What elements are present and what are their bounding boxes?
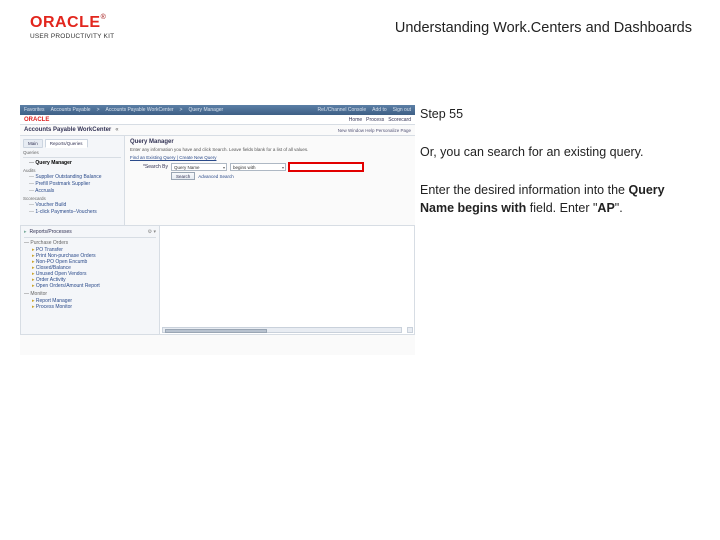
sidebar-link[interactable]: Supplier Outstanding Balance <box>29 174 121 180</box>
logo-text: ORACLE <box>30 14 101 31</box>
sidebar-link[interactable]: Accruals <box>29 188 121 194</box>
instruction-line-2: Enter the desired information into the Q… <box>420 181 700 217</box>
tab-main[interactable]: Main <box>23 139 43 148</box>
lower-block: ▸Reports/Processes⚙ ▾ — Purchase Orders … <box>20 225 415 335</box>
nav-item[interactable]: Favorites <box>24 107 45 113</box>
entry-value: AP <box>597 201 614 215</box>
report-link[interactable]: Process Monitor <box>36 304 72 310</box>
step-label: Step 55 <box>420 105 700 123</box>
section-queries: Queries <box>23 150 121 155</box>
folder-icon: ▸ <box>32 304 35 310</box>
section-scorecards: Scorecards <box>23 196 121 201</box>
workcenter-titlebar: Accounts Payable WorkCenter « New Window… <box>20 125 415 136</box>
content-desc: Enter any information you have and click… <box>130 147 410 152</box>
nav-item[interactable]: Accounts Payable WorkCenter <box>106 107 174 113</box>
wc-actions[interactable]: New Window Help Personalize Page <box>338 128 411 133</box>
select-condition[interactable]: begins with <box>230 163 286 171</box>
query-name-input[interactable] <box>289 163 363 171</box>
sidebar-link-query-manager[interactable]: Query Manager <box>29 160 121 166</box>
logo-subtitle: USER PRODUCTIVITY KIT <box>30 33 114 40</box>
section-audits: Audits <box>23 168 121 173</box>
content-subnav[interactable]: Find an Existing Query | Create New Quer… <box>130 155 410 160</box>
nav-item[interactable]: Rel./Channel Console <box>318 107 367 113</box>
report-link[interactable]: Open Orders/Amount Report <box>36 283 100 289</box>
nav-item[interactable]: Accounts Payable <box>51 107 91 113</box>
instruction-panel: Step 55 Or, you can search for an existi… <box>420 105 700 238</box>
label-search-by: *Search By <box>130 164 168 170</box>
top-nav: Favorites Accounts Payable > Accounts Pa… <box>20 105 415 115</box>
advanced-search-link[interactable]: Advanced Search <box>198 174 234 179</box>
tab-reports[interactable]: Reports/Queries <box>45 139 88 148</box>
brand-text: ORACLE <box>24 117 49 123</box>
sidebar-link[interactable]: Voucher Build <box>29 202 121 208</box>
page-header: ORACLE® USER PRODUCTIVITY KIT Understand… <box>0 18 720 58</box>
sidebar-link[interactable]: 1-click Payments–Vouchers <box>29 209 121 215</box>
nav-item[interactable]: Query Manager <box>188 107 223 113</box>
trademark: ® <box>101 14 106 21</box>
folder-icon: ▸ <box>32 283 35 289</box>
link[interactable]: Process <box>366 117 384 123</box>
oracle-logo: ORACLE® USER PRODUCTIVITY KIT <box>30 14 114 40</box>
wc-title: Accounts Payable WorkCenter <box>24 127 111 133</box>
nav-item[interactable]: Sign out <box>393 107 411 113</box>
link[interactable]: Scorecard <box>388 117 411 123</box>
link[interactable]: Home <box>349 117 362 123</box>
horizontal-scrollbar[interactable] <box>162 327 402 333</box>
instruction-line-1: Or, you can search for an existing query… <box>420 143 700 161</box>
select-search-by[interactable]: Query Name <box>171 163 227 171</box>
content-title: Query Manager <box>130 139 410 145</box>
sidebar-link[interactable]: Prefill Postmark Supplier <box>29 181 121 187</box>
nav-item[interactable]: Add to <box>372 107 386 113</box>
page-title: Understanding Work.Centers and Dashboard… <box>395 20 692 36</box>
reports-header[interactable]: Reports/Processes <box>30 229 72 235</box>
empty-pane <box>160 225 415 335</box>
brand-bar: ORACLE Home Process Scorecard <box>20 115 415 125</box>
reports-sidebar: ▸Reports/Processes⚙ ▾ — Purchase Orders … <box>20 225 160 335</box>
search-button[interactable]: Search <box>171 172 195 180</box>
wc-close-icon[interactable]: « <box>115 127 118 133</box>
scroll-corner <box>407 327 413 333</box>
